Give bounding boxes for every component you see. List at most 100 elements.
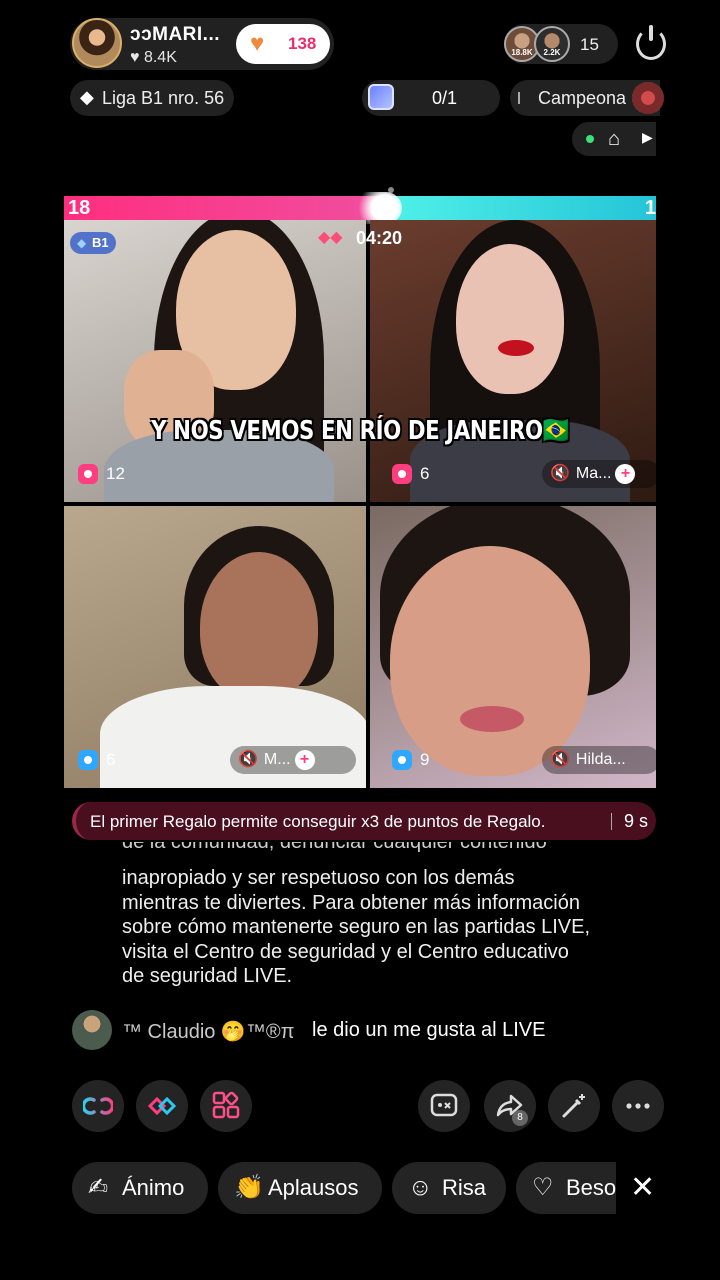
grid-icon bbox=[212, 1091, 240, 1119]
viewer-badge: 18.8K bbox=[511, 48, 533, 57]
battle-score-bar: 18 1 bbox=[64, 192, 656, 224]
divider bbox=[611, 813, 612, 830]
system-chat-message: de la comunidad, denunciar cualquier con… bbox=[122, 842, 662, 989]
tile-cam-count: 9 bbox=[392, 748, 429, 772]
reaction-label: Beso bbox=[566, 1175, 616, 1200]
mute-icon: 🔇 bbox=[550, 465, 570, 482]
mute-icon: 🔇 bbox=[550, 751, 570, 768]
battle-icon bbox=[147, 1096, 177, 1116]
league-badge: B1 bbox=[70, 232, 116, 254]
score-bar-right: 1 bbox=[390, 196, 656, 220]
tile-cam-count: 12 bbox=[78, 462, 125, 486]
multi-guest-button[interactable] bbox=[72, 1080, 124, 1132]
cheer-icon: ✍ bbox=[88, 1174, 109, 1201]
add-icon[interactable]: + bbox=[615, 463, 636, 484]
cam-count-value: 9 bbox=[420, 750, 430, 769]
champion-pill[interactable]: Campeona bbox=[510, 80, 664, 116]
guest-name: M... bbox=[263, 751, 291, 768]
video-caption: Y NOS VEMOS EN RÍO DE JANEIRO🇧🇷 bbox=[151, 416, 569, 446]
camera-icon bbox=[78, 750, 98, 770]
battle-button[interactable] bbox=[136, 1080, 188, 1132]
chat-line: inapropiado y ser respetuoso con los dem… bbox=[122, 867, 515, 889]
kiss-icon: ♡ bbox=[532, 1174, 554, 1201]
promo-time: 9 s bbox=[624, 811, 649, 831]
host-likes: ♥ 8.4K bbox=[130, 49, 177, 66]
more-features-button[interactable] bbox=[200, 1080, 252, 1132]
lips-shape bbox=[498, 340, 534, 356]
reaction-clap[interactable]: 👏 Aplausos bbox=[218, 1162, 382, 1214]
reaction-laugh[interactable]: ☺ Risa bbox=[392, 1162, 506, 1214]
host-likes-count: 8.4K bbox=[143, 49, 177, 66]
more-options-button[interactable] bbox=[612, 1080, 664, 1132]
chat-line-cut: de la comunidad, denunciar cualquier con… bbox=[122, 842, 662, 866]
guest-name: Ma... bbox=[575, 465, 612, 482]
chat-icon bbox=[430, 1093, 458, 1117]
chat-line: visita el Centro de seguridad y el Centr… bbox=[122, 940, 569, 963]
score-bar-left: 18 bbox=[64, 196, 390, 220]
camera-icon bbox=[392, 464, 412, 484]
live-dot-icon bbox=[586, 135, 594, 143]
reaction-cheer[interactable]: ✍ Ánimo bbox=[72, 1162, 208, 1214]
viewer-count[interactable]: 15 bbox=[580, 35, 599, 55]
mute-icon: 🔇 bbox=[238, 751, 258, 768]
clap-icon: 👏 bbox=[234, 1174, 264, 1201]
chat-line: de la comunidad, denunciar cualquier con… bbox=[122, 842, 547, 853]
guest-label[interactable]: 🔇 Hilda... bbox=[542, 746, 656, 774]
follow-heart-button[interactable]: ♥ 138 bbox=[236, 24, 330, 64]
explore-pill[interactable]: ⌂ ▶ bbox=[572, 122, 656, 156]
battle-icon: ◆◆ bbox=[318, 229, 343, 246]
host-name[interactable]: ↄↄMARI... bbox=[130, 24, 220, 46]
video-tile-2[interactable]: 6 🔇 Ma... + bbox=[370, 220, 656, 502]
league-label: Liga B1 nro. 56 bbox=[102, 88, 225, 108]
tile-cam-count: 6 bbox=[392, 462, 429, 486]
lips-shape bbox=[460, 706, 524, 732]
effects-button[interactable] bbox=[548, 1080, 600, 1132]
champion-label: Campeona bbox=[538, 88, 627, 108]
face-shape bbox=[390, 546, 590, 776]
video-tile-4[interactable]: 9 🔇 Hilda... bbox=[370, 506, 656, 788]
tile-cam-count: 6 bbox=[78, 748, 115, 772]
task-progress: 0/1 bbox=[432, 88, 458, 108]
heart-icon: ♥ bbox=[250, 30, 265, 57]
guest-name: Hilda... bbox=[575, 751, 626, 768]
face-shape bbox=[456, 244, 564, 394]
comment-button[interactable] bbox=[418, 1080, 470, 1132]
like-username[interactable]: ™ Claudio 🤭™®π bbox=[122, 1019, 294, 1044]
gift-promo-banner[interactable]: El primer Regalo permite conseguir x3 de… bbox=[72, 802, 656, 840]
cam-count-value: 6 bbox=[420, 464, 430, 483]
score-right: 1 bbox=[644, 197, 656, 219]
chevron-right-icon: ▶ bbox=[642, 129, 653, 145]
diamond-icon: ◆ bbox=[80, 87, 94, 107]
magic-wand-icon bbox=[562, 1094, 585, 1118]
host-avatar[interactable] bbox=[72, 18, 122, 68]
close-icon[interactable]: ✕ bbox=[630, 1170, 655, 1206]
reaction-label: Ánimo bbox=[122, 1175, 185, 1200]
divider bbox=[518, 92, 520, 104]
like-action-text: le dio un me gusta al LIVE bbox=[312, 1019, 546, 1041]
viewer-avatar[interactable]: 2.2K bbox=[534, 26, 570, 62]
video-tile-1[interactable]: B1 12 bbox=[64, 220, 366, 502]
home-icon: ⌂ bbox=[608, 128, 621, 150]
power-icon[interactable] bbox=[636, 25, 666, 60]
chat-line: sobre cómo mantenerte seguro en las part… bbox=[122, 916, 591, 938]
video-tile-3[interactable]: 6 🔇 M... + bbox=[64, 506, 366, 788]
guest-label[interactable]: 🔇 Ma... + bbox=[542, 460, 656, 488]
guest-label[interactable]: 🔇 M... + bbox=[230, 746, 356, 774]
battle-timer: ◆◆ 04:20 bbox=[316, 226, 426, 250]
league-pill[interactable]: ◆ Liga B1 nro. 56 bbox=[70, 80, 234, 116]
face-shape bbox=[200, 552, 318, 702]
score-left: 18 bbox=[68, 197, 91, 219]
add-icon[interactable]: + bbox=[294, 749, 315, 770]
task-pill[interactable]: 0/1 bbox=[362, 80, 500, 116]
camera-icon bbox=[392, 750, 412, 770]
task-icon bbox=[368, 84, 394, 110]
reaction-kiss[interactable]: ♡ Beso bbox=[516, 1162, 616, 1214]
share-button[interactable]: 8 bbox=[484, 1080, 536, 1132]
reaction-label: Risa bbox=[442, 1175, 487, 1200]
chat-line: mientras te diviertes. Para obtener más … bbox=[122, 891, 580, 914]
user-avatar[interactable] bbox=[72, 1010, 112, 1050]
camera-icon bbox=[78, 464, 98, 484]
promo-text: El primer Regalo permite conseguir x3 de… bbox=[90, 812, 546, 831]
viewer-badge: 2.2K bbox=[543, 48, 561, 57]
laugh-icon: ☺ bbox=[408, 1174, 433, 1201]
